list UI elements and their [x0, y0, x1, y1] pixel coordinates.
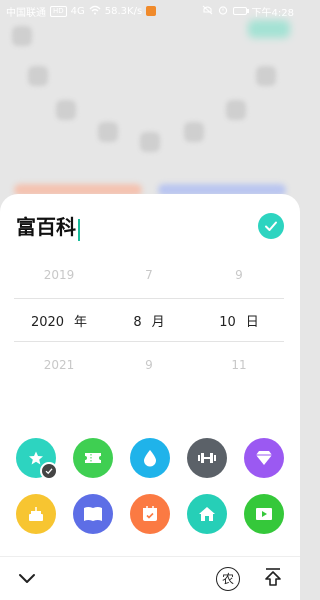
background-dot [12, 26, 32, 46]
category-video-button[interactable] [244, 494, 284, 534]
network-type: 4G [70, 5, 85, 17]
prev-year[interactable]: 2019 [14, 268, 104, 282]
home-icon [199, 507, 215, 521]
hd-badge: HD [50, 5, 67, 17]
background-dot [98, 122, 118, 142]
alarm-icon [218, 5, 228, 18]
lunar-calendar-toggle[interactable]: 农 [216, 566, 240, 591]
category-icons-row-1 [16, 438, 284, 480]
event-bottom-sheet: 富百科 2019 7 9 2020 年 8月 10 日 2021 9 11 农 [0, 194, 300, 600]
pin-top-button[interactable] [264, 567, 282, 591]
star-icon [29, 451, 43, 465]
pin-to-top-icon [265, 567, 281, 586]
category-home-button[interactable] [187, 494, 227, 534]
selected-year[interactable]: 2020 年 [14, 311, 104, 330]
month-unit: 月 [151, 314, 165, 330]
picker-row-prev[interactable]: 2019 7 9 [14, 264, 284, 286]
collapse-button[interactable] [18, 569, 36, 588]
selected-month[interactable]: 8月 [104, 311, 194, 330]
category-birthday-button[interactable] [16, 494, 56, 534]
bottom-action-bar: 农 [0, 556, 300, 600]
dumbbell-icon [198, 453, 216, 463]
background-dot [256, 66, 276, 86]
battery-icon [232, 7, 249, 15]
text-cursor [78, 218, 80, 241]
diamond-icon [256, 451, 272, 465]
selected-day[interactable]: 10 日 [194, 311, 284, 330]
background-dot [28, 66, 48, 86]
selected-day-value: 10 [219, 314, 236, 330]
category-fitness-button[interactable] [187, 438, 227, 478]
chevron-down-icon [19, 574, 35, 583]
picker-row-next[interactable]: 2021 9 11 [14, 354, 284, 376]
prev-month[interactable]: 7 [104, 268, 194, 282]
app-notification-icon [146, 6, 157, 16]
category-icons-row-2 [16, 494, 284, 534]
status-left: 中国联通 HD 4G 58.3K/s [6, 4, 157, 19]
category-star-button[interactable] [16, 438, 58, 480]
bottom-right-actions: 农 [216, 566, 282, 591]
cake-icon [29, 507, 43, 521]
prev-day[interactable]: 9 [194, 268, 284, 282]
background-dot [184, 122, 204, 142]
category-drop-button[interactable] [130, 438, 170, 478]
calendar-icon [143, 506, 157, 521]
background-dot [140, 132, 160, 152]
status-right: 下午4:28 [202, 4, 294, 19]
background-dot [56, 100, 76, 120]
drop-icon [144, 450, 156, 467]
check-icon [45, 468, 53, 475]
ticket-icon [85, 453, 101, 463]
category-diamond-button[interactable] [244, 438, 284, 478]
date-picker[interactable]: 2019 7 9 2020 年 8月 10 日 2021 9 11 [14, 264, 284, 376]
year-unit: 年 [74, 314, 88, 330]
wifi-icon [89, 5, 101, 18]
picker-row-selected[interactable]: 2020 年 8月 10 日 [14, 309, 284, 331]
book-icon [84, 507, 102, 521]
background-dot [226, 100, 246, 120]
next-day[interactable]: 11 [194, 358, 284, 372]
title-row: 富百科 [16, 210, 284, 242]
confirm-button[interactable] [258, 213, 284, 239]
video-icon [256, 508, 272, 520]
category-book-button[interactable] [73, 494, 113, 534]
status-time: 下午4:28 [251, 7, 294, 19]
carrier-label: 中国联通 [6, 7, 46, 19]
selected-month-value: 8 [133, 314, 142, 330]
selected-check-badge [40, 462, 58, 480]
background-accent [248, 20, 290, 38]
selected-year-value: 2020 [30, 314, 65, 330]
day-unit: 日 [245, 314, 259, 330]
status-bar: 中国联通 HD 4G 58.3K/s 下午4:28 [0, 0, 300, 22]
category-ticket-button[interactable] [73, 438, 113, 478]
check-icon [265, 221, 277, 231]
network-speed: 58.3K/s [104, 5, 143, 17]
title-input[interactable]: 富百科 [16, 211, 80, 241]
category-calendar-button[interactable] [130, 494, 170, 534]
next-year[interactable]: 2021 [14, 358, 104, 372]
title-text: 富百科 [16, 215, 76, 240]
lunar-label: 农 [221, 572, 234, 586]
next-month[interactable]: 9 [104, 358, 194, 372]
silent-icon [202, 5, 213, 18]
